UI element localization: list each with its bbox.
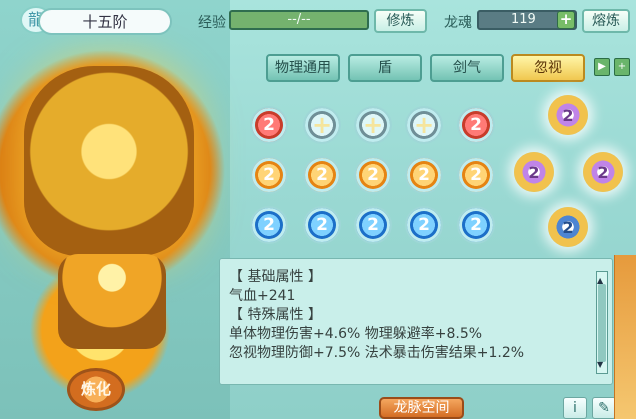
empty-gem-slot[interactable]: + <box>407 108 441 142</box>
stage-title: 十五阶 <box>38 8 172 35</box>
purple-star-ornament-icon[interactable]: 2 <box>548 95 588 135</box>
scroll-thumb[interactable] <box>598 284 606 362</box>
dragon-soul-label: 龙魂 <box>444 15 472 31</box>
tab-physical-general[interactable]: 物理通用 <box>266 54 340 82</box>
tab-ignore[interactable]: 忽视 <box>511 54 585 82</box>
special-attributes-title: 【 特殊属性 】 <box>229 307 322 323</box>
dragon-space-button[interactable]: 龙脉空间 <box>379 397 464 419</box>
gem-slot-orange[interactable]: 2 <box>252 158 286 192</box>
tab-shield[interactable]: 盾 <box>348 54 422 82</box>
blue-star-ornament-icon[interactable]: 2 <box>548 207 588 247</box>
gem-slot-orange[interactable]: 2 <box>407 158 441 192</box>
info-icon[interactable]: i <box>563 397 587 419</box>
tab-sword-qi[interactable]: 剑气 <box>430 54 504 82</box>
cultivate-button[interactable]: 修炼 <box>374 9 427 33</box>
basic-attribute-line: 气血+241 <box>229 288 296 304</box>
exp-label: 经验 <box>198 15 226 31</box>
smelt-button[interactable]: 熔炼 <box>582 9 630 33</box>
gem-slot-red[interactable]: 2 <box>252 108 286 142</box>
golden-vessel-art <box>0 0 230 419</box>
empty-gem-slot[interactable]: + <box>305 108 339 142</box>
gem-slot-blue[interactable]: 2 <box>407 208 441 242</box>
purple-star-ornament-icon[interactable]: 2 <box>583 152 623 192</box>
ornament-star-slots: 2 2 2 2 <box>506 95 631 251</box>
exp-progress-bar: --/-- <box>229 10 369 30</box>
gem-grid: 2 + + + 2 2 2 2 2 2 2 2 2 2 2 <box>252 108 512 248</box>
gem-slot-blue[interactable]: 2 <box>305 208 339 242</box>
gem-slot-blue[interactable]: 2 <box>252 208 286 242</box>
attribute-panel: 【 基础属性 】 气血+241 【 特殊属性 】 单体物理伤害+4.6% 物理躲… <box>219 258 613 385</box>
special-attribute-line: 忽视物理防御+7.5% 法术暴击伤害结果+1.2% <box>229 345 525 361</box>
right-side-decoration <box>614 255 636 419</box>
empty-gem-slot[interactable]: + <box>356 108 390 142</box>
gem-slot-blue[interactable]: 2 <box>356 208 390 242</box>
purple-star-ornament-icon[interactable]: 2 <box>514 152 554 192</box>
tab-next-arrow-icon[interactable]: ▶ <box>594 58 610 76</box>
tab-add-icon[interactable]: + <box>614 58 630 76</box>
gem-slot-red[interactable]: 2 <box>459 108 493 142</box>
add-dragon-soul-button[interactable]: + <box>557 11 575 29</box>
gem-slot-orange[interactable]: 2 <box>356 158 390 192</box>
edit-icon[interactable]: ✎ <box>592 397 616 419</box>
basic-attributes-title: 【 基础属性 】 <box>229 269 322 285</box>
gem-slot-orange[interactable]: 2 <box>305 158 339 192</box>
refine-button[interactable]: 炼化 <box>67 368 125 411</box>
special-attribute-line: 单体物理伤害+4.6% 物理躲避率+8.5% <box>229 326 483 342</box>
category-tabs: 物理通用 盾 剑气 忽视 <box>266 54 606 82</box>
gem-slot-orange[interactable]: 2 <box>459 158 493 192</box>
dragon-vein-screen: 龍 十五阶 经验 --/-- 修炼 龙魂 119 + 熔炼 物理通用 盾 剑气 … <box>0 0 636 419</box>
attribute-scrollbar[interactable] <box>596 271 608 374</box>
gem-slot-blue[interactable]: 2 <box>459 208 493 242</box>
